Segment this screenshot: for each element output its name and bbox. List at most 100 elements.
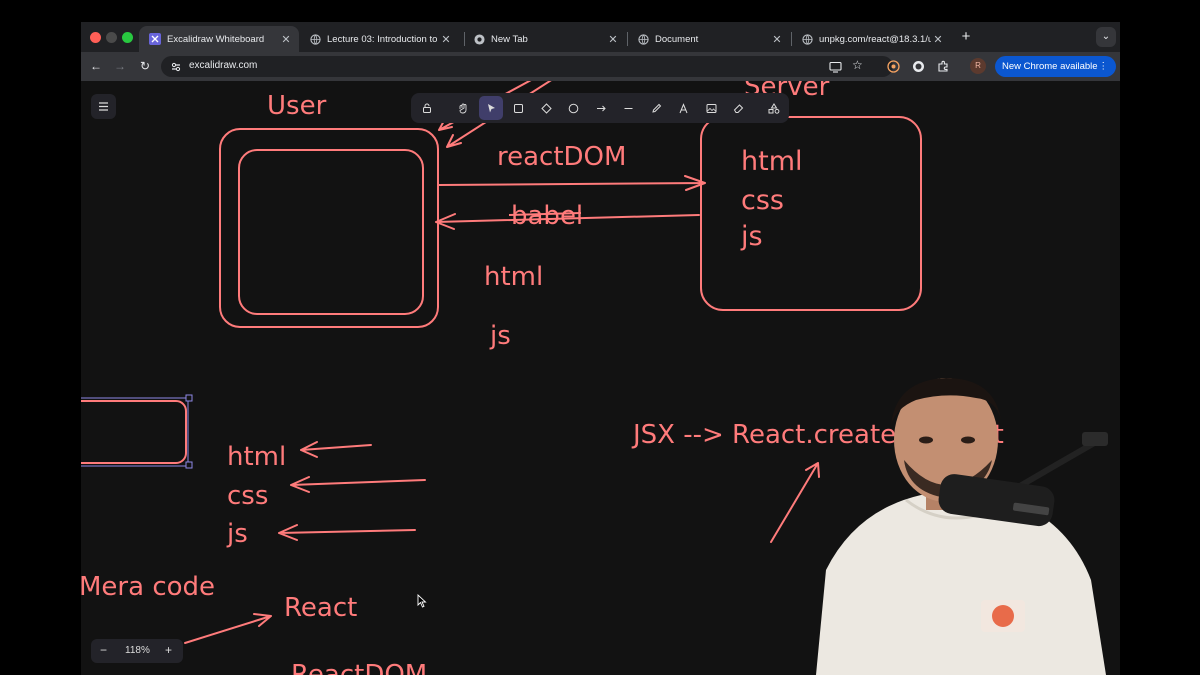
hand-tool[interactable] — [451, 96, 475, 120]
close-window-button[interactable] — [90, 32, 101, 43]
zoom-out-button[interactable]: − — [100, 643, 107, 657]
ellipse-tool[interactable] — [561, 96, 585, 120]
draw-tool[interactable] — [644, 96, 668, 120]
tab-close-icon[interactable]: ✕ — [931, 33, 945, 46]
left-html-text: html — [227, 442, 286, 472]
chrome-update-label: New Chrome available — [1002, 61, 1098, 72]
selection-outline — [81, 397, 189, 467]
more-vert-icon: ⋮ — [1098, 61, 1109, 72]
site-settings-icon[interactable] — [170, 60, 182, 78]
maximize-window-button[interactable] — [122, 32, 133, 43]
tab-title: unpkg.com/react@18.3.1/umd — [819, 33, 931, 45]
diamond-icon — [540, 102, 552, 114]
server-css-text: css — [741, 185, 784, 216]
react-dom-bottom-label: ReactDOM — [291, 660, 427, 675]
reload-button[interactable]: ↻ — [137, 58, 153, 74]
tab-title: Excalidraw Whiteboard — [167, 33, 265, 45]
back-button[interactable]: ← — [88, 58, 104, 74]
eraser-icon — [733, 103, 743, 113]
more-tools[interactable] — [762, 96, 786, 120]
excalidraw-icon — [149, 33, 161, 45]
tab-excalidraw[interactable]: Excalidraw Whiteboard ✕ — [139, 26, 299, 52]
hamburger-icon — [99, 102, 108, 111]
globe-icon — [801, 33, 813, 45]
shapes-icon — [768, 102, 780, 114]
tab-bar: Excalidraw Whiteboard ✕ Lecture 03: Intr… — [81, 22, 1120, 52]
arrow-to-js — [278, 524, 416, 541]
mera-code-label: Mera code — [81, 572, 215, 602]
tab-unpkg[interactable]: unpkg.com/react@18.3.1/umd ✕ — [791, 26, 951, 52]
rectangle-icon — [513, 103, 523, 113]
arrow-to-css — [290, 476, 426, 493]
reactdom-arrow — [438, 175, 706, 191]
main-menu-button[interactable] — [91, 94, 116, 119]
server-html-text: html — [741, 146, 803, 177]
tab-close-icon[interactable]: ✕ — [279, 33, 293, 46]
middle-html-text: html — [484, 262, 543, 292]
profile-avatar[interactable]: R — [970, 58, 986, 74]
extension-icon[interactable] — [887, 60, 900, 78]
pointer-icon — [487, 103, 495, 112]
tab-title: Document — [655, 33, 699, 45]
zoom-level[interactable]: 118% — [125, 645, 150, 656]
eraser-tool[interactable] — [726, 96, 750, 120]
image-icon — [706, 103, 716, 113]
globe-icon — [309, 33, 321, 45]
tab-close-icon[interactable]: ✕ — [439, 33, 453, 46]
extensions-puzzle-icon[interactable] — [936, 59, 950, 78]
forward-button[interactable]: → — [112, 58, 128, 74]
globe-icon — [637, 33, 649, 45]
rectangle-tool[interactable] — [506, 96, 530, 120]
pencil-icon — [651, 103, 661, 113]
user-inner-box — [238, 149, 424, 315]
text-tool[interactable] — [671, 96, 695, 120]
url-text: excalidraw.com — [189, 60, 258, 71]
shape-toolbar — [411, 93, 789, 123]
address-bar[interactable]: excalidraw.com ☆ — [161, 56, 893, 77]
line-icon — [624, 107, 632, 109]
install-app-icon[interactable] — [829, 60, 842, 78]
babel-label: babel — [511, 201, 583, 231]
selection-tool[interactable] — [479, 96, 503, 120]
server-js-text: js — [740, 221, 763, 252]
left-js-text: js — [226, 519, 248, 549]
bookmark-star-icon[interactable]: ☆ — [852, 58, 863, 72]
chrome-icon — [473, 33, 485, 45]
server-box — [700, 116, 922, 311]
tab-close-icon[interactable]: ✕ — [770, 33, 784, 46]
user-label: User — [267, 91, 327, 121]
presenter-webcam — [816, 378, 1108, 675]
text-icon — [679, 102, 687, 113]
chrome-update-button[interactable]: New Chrome available ⋮ — [995, 56, 1116, 77]
zoom-in-button[interactable]: + — [165, 643, 172, 657]
lock-icon — [423, 103, 431, 113]
arrow-to-html — [300, 441, 372, 458]
browser-toolbar: ← → ↻ excalidraw.com ☆ R New Chrome avai… — [81, 52, 1120, 81]
tab-document[interactable]: Document ✕ — [627, 26, 790, 52]
tab-close-icon[interactable]: ✕ — [606, 33, 620, 46]
tab-search-button[interactable]: ⌄ — [1096, 27, 1116, 47]
hand-icon — [459, 103, 467, 114]
new-tab-button[interactable]: + — [958, 29, 974, 45]
diamond-tool[interactable] — [534, 96, 558, 120]
reactdom-label: reactDOM — [497, 142, 626, 172]
middle-js-text: js — [489, 321, 511, 351]
user-outer-box — [219, 128, 439, 328]
minimize-window-button[interactable] — [106, 32, 117, 43]
arrow-tool[interactable] — [589, 96, 613, 120]
account-extension-icon[interactable] — [912, 60, 925, 78]
line-tool[interactable] — [616, 96, 640, 120]
react-label: React — [284, 593, 357, 623]
cut-box — [81, 400, 187, 464]
mouse-cursor-icon — [417, 594, 427, 608]
tab-title: Lecture 03: Introduction to Vi — [327, 33, 439, 45]
tab-title: New Tab — [491, 33, 528, 45]
tab-new-tab[interactable]: New Tab ✕ — [463, 26, 626, 52]
left-css-text: css — [227, 481, 268, 511]
lock-tool[interactable] — [415, 96, 439, 120]
image-tool[interactable] — [699, 96, 723, 120]
tab-lecture[interactable]: Lecture 03: Introduction to Vi ✕ — [299, 26, 459, 52]
selection-handle — [185, 461, 193, 469]
ellipse-icon — [568, 103, 578, 113]
selection-handle — [185, 394, 193, 402]
